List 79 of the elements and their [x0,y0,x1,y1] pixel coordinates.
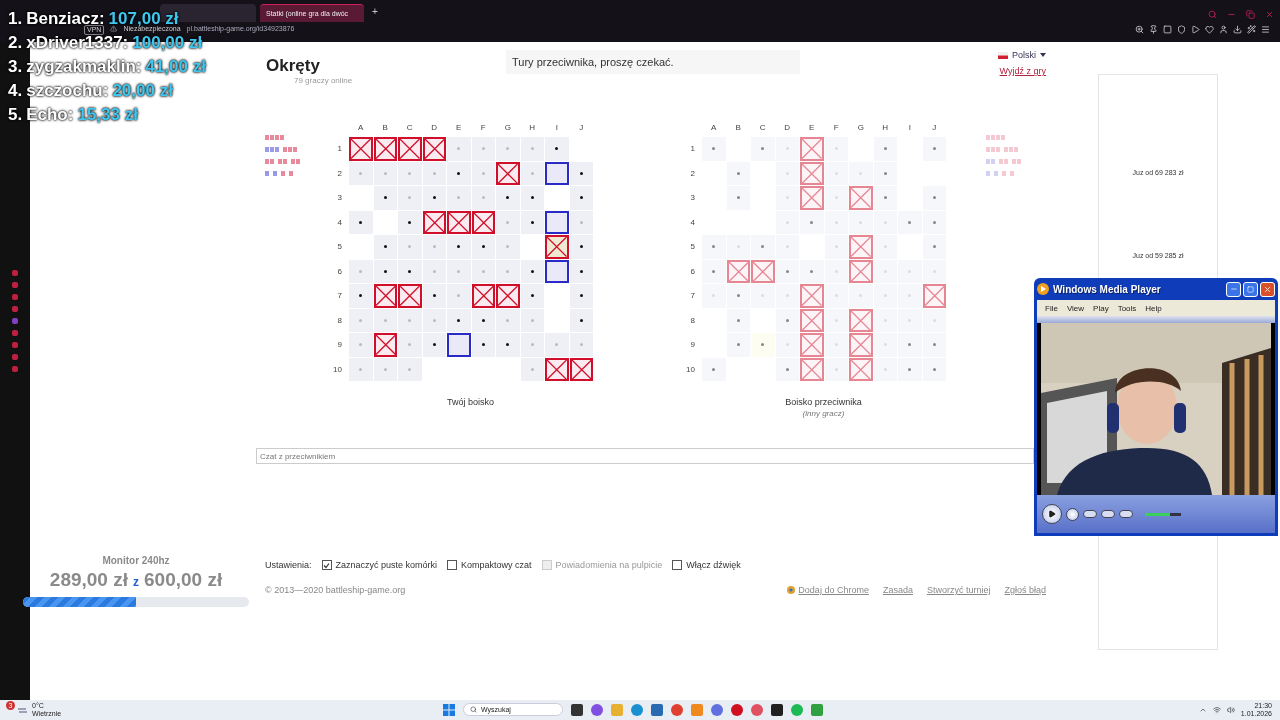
footer-link[interactable]: Dodaj do Chrome [798,585,869,595]
column-label: I [554,121,559,134]
column-label: D [430,121,439,134]
donor-rank: 1. [8,10,23,27]
row-label: 3 [689,192,696,205]
goal-title: Monitor 240hz [102,555,170,566]
footer-link[interactable]: Zgłoś błąd [1004,585,1046,595]
footer-link[interactable]: Zasada [882,585,913,595]
donor-rank: 5. [8,106,23,123]
menu-item[interactable]: View [1066,303,1085,313]
goal-target: 600,00 zł [144,569,223,591]
goal-separator: z [133,575,139,589]
language-selector[interactable]: Polski [998,50,1046,60]
column-label: F [479,121,487,134]
donor-rank: 3. [8,58,23,75]
column-label: E [455,121,463,134]
column-label: B [734,121,742,134]
column-label: E [808,121,816,134]
column-label: A [357,121,365,134]
donation-amount: 15,33 zł [77,106,138,123]
board-caption: Boisko przeciwnika [785,397,862,407]
status-message: Tury przeciwnika, proszę czekać. [506,50,800,74]
online-count: 79 graczy online [294,76,354,85]
column-label: J [931,121,938,134]
menu-item[interactable]: File [1045,303,1058,313]
column-label: C [758,121,767,134]
row-label: 6 [689,265,696,278]
column-label: D [783,121,792,134]
row-label: 4 [336,216,343,229]
column-label: F [832,121,840,134]
row-label: 5 [689,241,696,254]
settings-label: Ustawienia: [265,560,312,570]
menu-item[interactable]: Play [1093,303,1109,313]
copyright: © 2013—2020 battleship-game.org [265,585,406,595]
column-label: H [528,121,537,134]
row-label: 6 [336,265,343,278]
row-label: 5 [336,241,343,254]
settings-option[interactable]: Kompaktowy czat [447,560,532,570]
board-note: (inny gracz) [802,409,845,418]
window-title: Windows Media Player [1053,283,1161,295]
donation-amount: 20,00 zł [112,82,173,99]
row-label: 1 [689,143,696,156]
column-label: G [856,121,865,134]
board-caption: Twój boisko [447,397,494,407]
donor-rank: 2. [8,34,23,51]
column-label: J [578,121,585,134]
goal-raised: 289,00 zł [49,569,128,591]
column-label: H [881,121,890,134]
row-label: 7 [689,290,696,303]
row-label: 3 [336,192,343,205]
column-label: B [381,121,389,134]
row-label: 2 [336,167,343,180]
column-label: G [503,121,512,134]
row-label: 10 [685,363,696,376]
row-label: 10 [332,363,343,376]
row-label: 8 [689,314,696,327]
row-label: 7 [336,290,343,303]
new-tab-button[interactable]: + [372,5,378,17]
settings-option[interactable]: Włącz dźwięk [672,560,741,570]
donation-amount: 41,00 zł [145,58,206,75]
donor-rank: 4. [8,82,23,99]
row-label: 8 [336,314,343,327]
row-label: 9 [689,339,696,352]
footer-link[interactable]: Stworzyć turniej [926,585,991,595]
row-label: 2 [689,167,696,180]
menu-item[interactable]: Tools [1117,303,1137,313]
menu-item[interactable]: Help [1145,303,1162,313]
settings-option[interactable]: Zaznaczyć puste komórki [321,560,438,570]
column-label: I [907,121,912,134]
row-label: 1 [336,143,343,156]
donor-name: Benziacz: [26,10,105,27]
donation-amount: 107,00 zł [108,10,179,27]
column-label: C [405,121,414,134]
page-title: Okręty [266,56,321,76]
row-label: 4 [689,216,696,229]
leave-game-link[interactable]: Wyjdź z gry [999,66,1046,76]
row-label: 9 [336,339,343,352]
column-label: A [710,121,718,134]
chat-input[interactable]: Czat z przeciwnikiem [256,448,1034,464]
